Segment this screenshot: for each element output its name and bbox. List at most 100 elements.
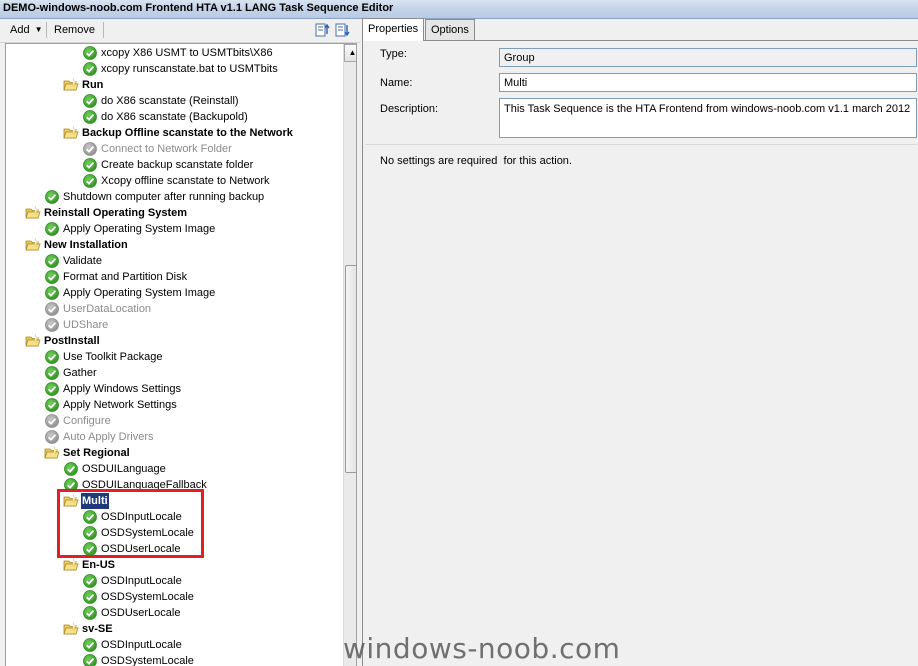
- vertical-scrollbar[interactable]: ▲: [343, 44, 357, 666]
- grey-check-icon: [44, 413, 60, 429]
- green-check-icon: [82, 509, 98, 525]
- move-up-icon[interactable]: [314, 22, 330, 38]
- tree-item-label: New Installation: [43, 237, 129, 253]
- tree-item-label: do X86 scanstate (Reinstall): [100, 93, 240, 109]
- tree-item-label: PostInstall: [43, 333, 101, 349]
- grey-check-icon: [44, 317, 60, 333]
- tree-item-label: Auto Apply Drivers: [62, 429, 154, 445]
- tree-item-label: Configure: [62, 413, 112, 429]
- tree-item-label: Gather: [62, 365, 98, 381]
- folder-icon: [63, 557, 79, 573]
- tree-item-label: OSDUserLocale: [100, 541, 181, 557]
- green-check-icon: [82, 173, 98, 189]
- tree-item-label: Connect to Network Folder: [100, 141, 233, 157]
- folder-icon: [25, 205, 41, 221]
- tab-options-label: Options: [431, 24, 469, 36]
- green-check-icon: [44, 349, 60, 365]
- green-check-icon: [44, 221, 60, 237]
- toolbar-separator: [46, 22, 47, 38]
- green-check-icon: [82, 525, 98, 541]
- task-sequence-tree[interactable]: xcopy X86 USMT to USMTbits\X86 xcopy run…: [5, 43, 357, 666]
- folder-icon: [25, 237, 41, 253]
- tree-item-label: OSDInputLocale: [100, 573, 183, 589]
- tree-item-label: do X86 scanstate (Backupold): [100, 109, 249, 125]
- tree-item-label: UserDataLocation: [62, 301, 152, 317]
- divider: [365, 144, 917, 145]
- green-check-icon: [82, 653, 98, 666]
- folder-icon: [44, 445, 60, 461]
- tree-item-label: OSDSystemLocale: [100, 653, 195, 666]
- tree-item-label: Apply Network Settings: [62, 397, 178, 413]
- green-check-icon: [44, 253, 60, 269]
- tree-item-label: OSDUserLocale: [100, 605, 181, 621]
- green-check-icon: [82, 157, 98, 173]
- tree-item-label: Reinstall Operating System: [43, 205, 188, 221]
- description-label: Description:: [380, 103, 438, 115]
- tree-item-label: OSDInputLocale: [100, 637, 183, 653]
- window-title: DEMO-windows-noob.com Frontend HTA v1.1 …: [3, 2, 393, 14]
- tab-options[interactable]: Options: [425, 19, 475, 40]
- tree-item-label: Multi: [81, 493, 109, 509]
- folder-icon: [63, 77, 79, 93]
- green-check-icon: [44, 381, 60, 397]
- tree-item-label: Create backup scanstate folder: [100, 157, 254, 173]
- green-check-icon: [82, 109, 98, 125]
- tree-item-label: Apply Operating System Image: [62, 285, 216, 301]
- tree-item-label: Apply Operating System Image: [62, 221, 216, 237]
- green-check-icon: [44, 365, 60, 381]
- settings-note: No settings are required for this action…: [380, 155, 572, 167]
- green-check-icon: [44, 285, 60, 301]
- properties-panel: Type: Group Name: Multi Description: Thi…: [362, 40, 918, 666]
- tree-item-label: Backup Offline scanstate to the Network: [81, 125, 294, 141]
- tree-item-label: sv-SE: [81, 621, 114, 637]
- toolbar: Add▼ Remove: [0, 19, 360, 43]
- green-check-icon: [63, 461, 79, 477]
- grey-check-icon: [44, 301, 60, 317]
- tree-item-label: Format and Partition Disk: [62, 269, 188, 285]
- tree-item-label: OSDUILanguage: [81, 461, 167, 477]
- folder-icon: [25, 333, 41, 349]
- tab-properties-label: Properties: [368, 23, 418, 35]
- tree-item-label: xcopy X86 USMT to USMTbits\X86: [100, 45, 274, 61]
- tree-item-label: Run: [81, 77, 104, 93]
- remove-button[interactable]: Remove: [50, 21, 99, 39]
- tree-item-label: OSDUILanguageFallback: [81, 477, 208, 493]
- green-check-icon: [82, 637, 98, 653]
- type-label: Type:: [380, 48, 407, 60]
- scroll-thumb[interactable]: [345, 265, 357, 473]
- description-input[interactable]: This Task Sequence is the HTA Frontend f…: [499, 98, 917, 138]
- tree-item-label: En-US: [81, 557, 116, 573]
- name-input[interactable]: Multi: [499, 73, 917, 92]
- toolbar-separator: [103, 22, 104, 38]
- folder-icon: [63, 493, 79, 509]
- green-check-icon: [82, 605, 98, 621]
- tree-item-label: OSDInputLocale: [100, 509, 183, 525]
- add-button[interactable]: Add▼: [6, 21, 47, 39]
- green-check-icon: [82, 589, 98, 605]
- green-check-icon: [82, 61, 98, 77]
- folder-icon: [63, 125, 79, 141]
- scroll-up-arrow-icon[interactable]: ▲: [344, 44, 357, 62]
- tree-item-label: Xcopy offline scanstate to Network: [100, 173, 271, 189]
- green-check-icon: [82, 541, 98, 557]
- name-label: Name:: [380, 77, 412, 89]
- grey-check-icon: [82, 141, 98, 157]
- green-check-icon: [82, 45, 98, 61]
- tree-item-label: xcopy runscanstate.bat to USMTbits: [100, 61, 279, 77]
- green-check-icon: [82, 93, 98, 109]
- green-check-icon: [44, 397, 60, 413]
- title-bar: DEMO-windows-noob.com Frontend HTA v1.1 …: [0, 0, 918, 19]
- tree-item-label: Set Regional: [62, 445, 131, 461]
- move-down-icon[interactable]: [334, 22, 350, 38]
- tab-properties[interactable]: Properties: [362, 18, 424, 41]
- tree-item-label: Shutdown computer after running backup: [62, 189, 265, 205]
- tree-item-label: UDShare: [62, 317, 109, 333]
- tree-item-label: Use Toolkit Package: [62, 349, 163, 365]
- remove-button-label: Remove: [54, 24, 95, 36]
- tree-item-label: OSDSystemLocale: [100, 525, 195, 541]
- green-check-icon: [44, 269, 60, 285]
- watermark: windows-noob.com: [343, 632, 620, 665]
- tree-item-label: OSDSystemLocale: [100, 589, 195, 605]
- dropdown-arrow-icon: ▼: [35, 21, 43, 39]
- type-field: Group: [499, 48, 917, 67]
